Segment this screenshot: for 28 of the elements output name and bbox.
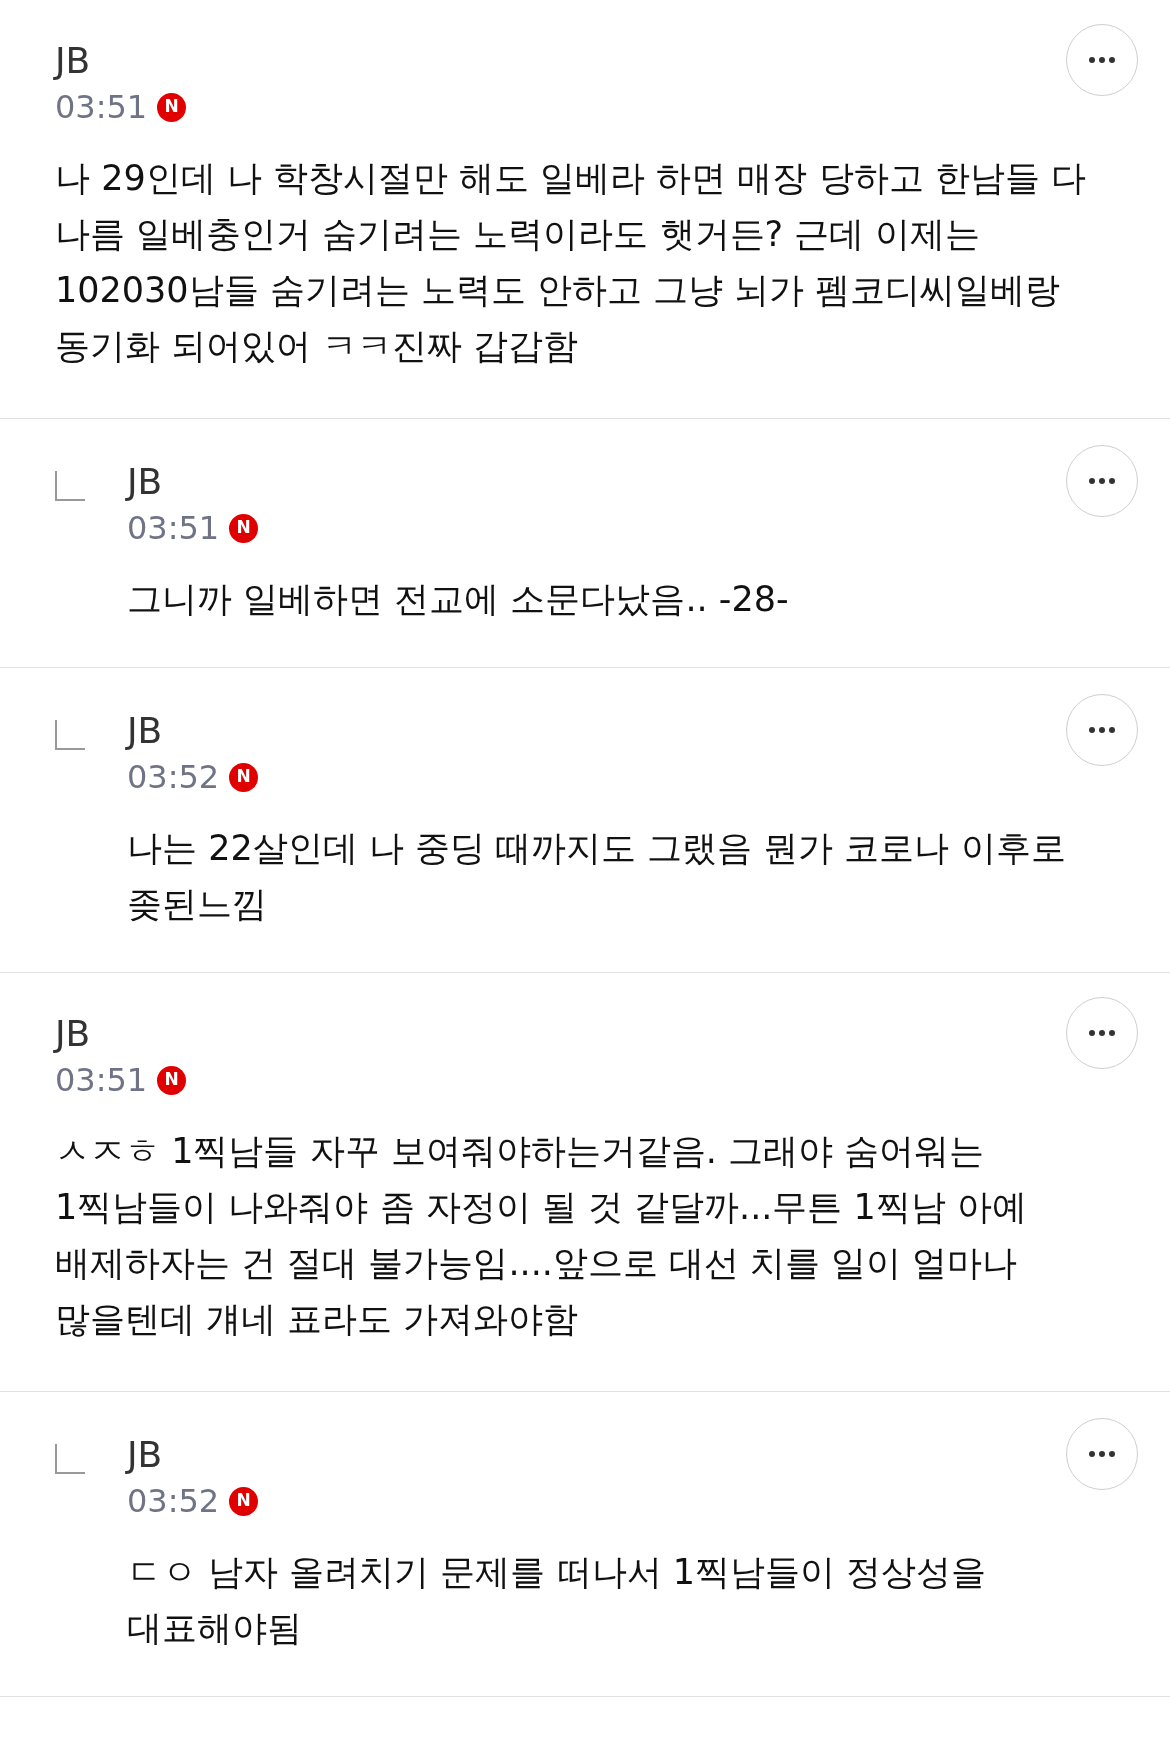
- comment-text: ㅅㅈㅎ 1찍남들 자꾸 보여줘야하는거같음. 그래야 숨어워는 1찍남들이 나와줘야 좀 자정이 될 것 같달까...무튼 1찍남 아예 배제하자는 건 절대 불가능임....앞으로 대선 치를 일이 얼마나 많을텐데 걔네 표라도 가져와야함: [55, 1130, 1028, 1341]
- author-name: JB: [55, 1012, 92, 1056]
- more-icon: [1089, 57, 1115, 63]
- more-icon: [1089, 478, 1115, 484]
- reply-corner-icon: [55, 471, 85, 501]
- comment-time: 03:52: [127, 1481, 220, 1522]
- author-name: JB: [127, 1433, 164, 1477]
- more-icon: [1089, 1030, 1115, 1036]
- comment-text: 그니까 일베하면 전교에 소문다났음.. -28-: [127, 578, 790, 621]
- new-badge: N: [157, 92, 187, 122]
- author-name: JB: [127, 709, 164, 753]
- more-icon: [1089, 727, 1115, 733]
- comment-time: 03:51: [55, 1060, 148, 1101]
- reply-corner-icon: [55, 1444, 85, 1474]
- author-name: JB: [127, 460, 164, 504]
- new-badge: N: [157, 1065, 187, 1095]
- author-name: JB: [55, 39, 92, 83]
- comment-text: 나는 22살인데 나 중딩 때까지도 그랬음 뭔가 코로나 이후로 좆된느낌: [127, 827, 1067, 926]
- new-badge: N: [229, 513, 259, 543]
- comment-text: 나 29인데 나 학창시절만 해도 일베라 하면 매장 당하고 한남들 다 나름 일베충인거 숨기려는 노력이라도 햇거든? 근데 이제는 102030남들 숨기려는 노력도 안하고 그냥 뇌가 펨코디씨일베랑 동기화 되어있어 ㅋㅋ진짜 갑갑함: [55, 157, 1087, 368]
- comment-text: ㄷㅇ 남자 올려치기 문제를 떠나서 1찍남들이 정상성을 대표해야됨: [127, 1551, 988, 1650]
- reply-corner-icon: [55, 720, 85, 750]
- comment-time: 03:51: [127, 508, 220, 549]
- comment-time: 03:51: [55, 87, 148, 128]
- more-icon: [1089, 1451, 1115, 1457]
- comment-time: 03:52: [127, 757, 220, 798]
- new-badge: N: [229, 762, 259, 792]
- new-badge: N: [229, 1486, 259, 1516]
